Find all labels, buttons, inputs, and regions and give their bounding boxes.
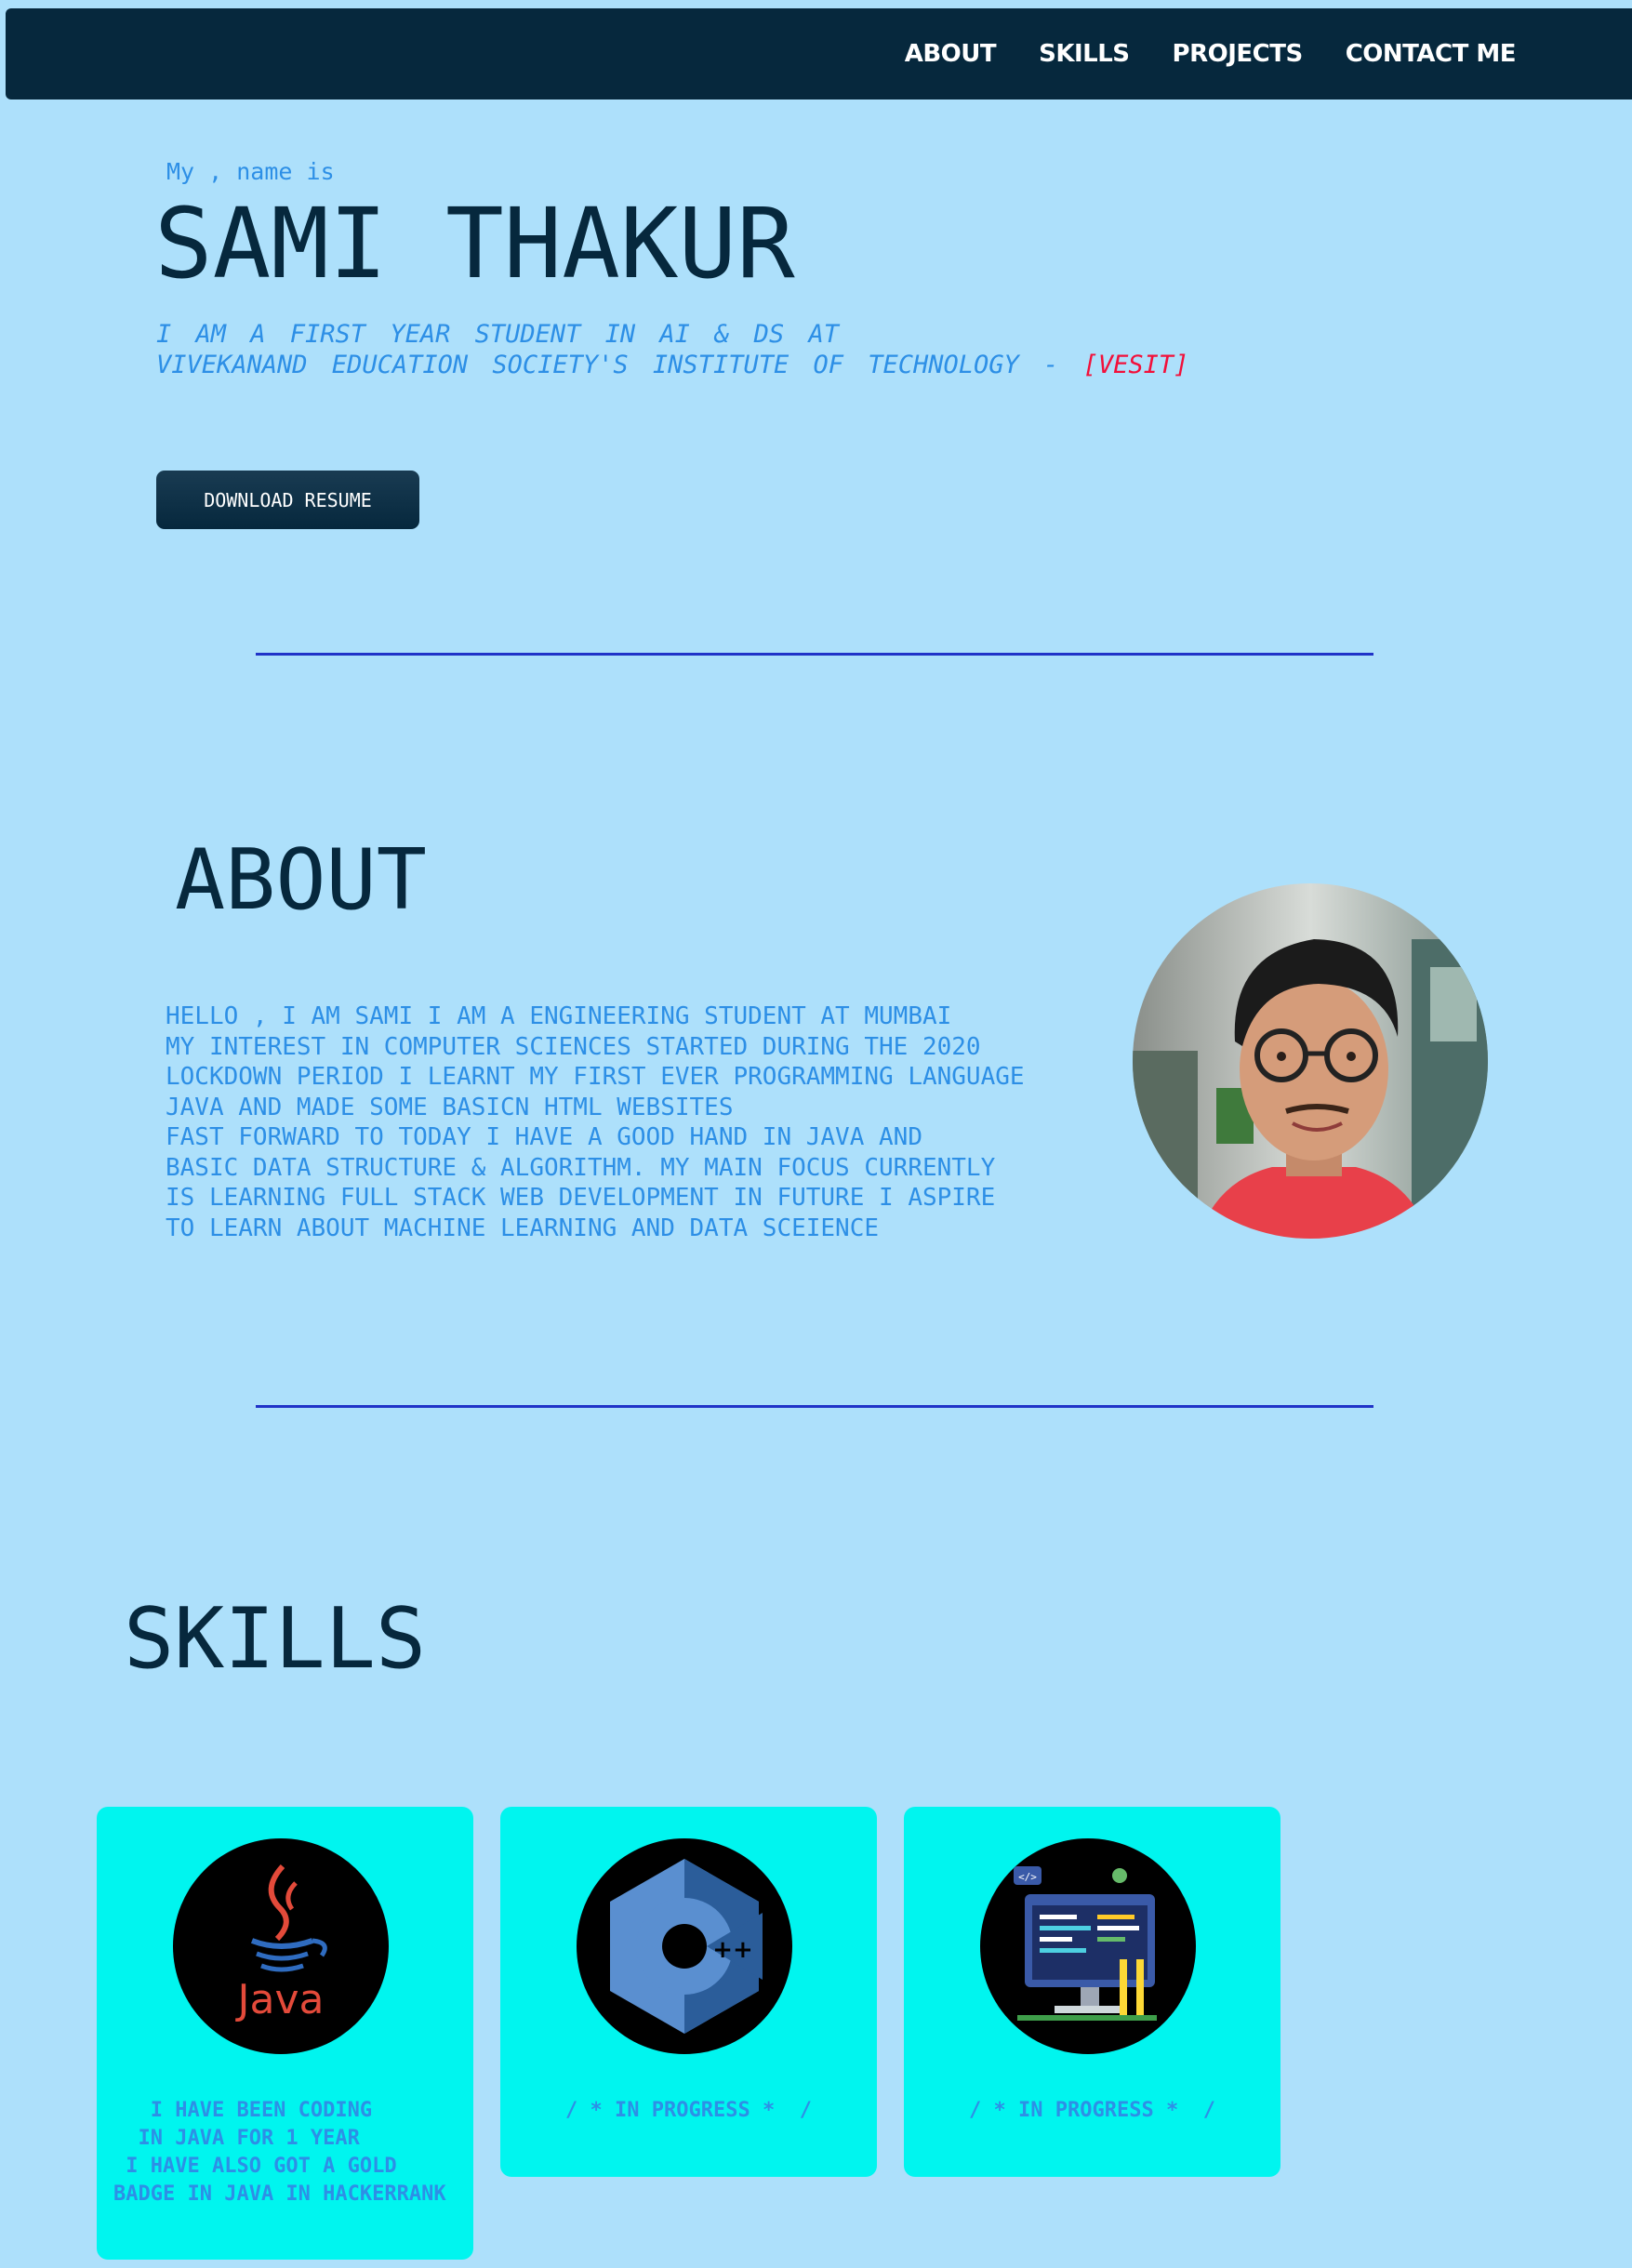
hero-description-line-1: I AM A FIRST YEAR STUDENT IN AI & DS AT [156, 320, 839, 349]
institute-abbreviation: [VESIT] [1082, 351, 1189, 379]
skill-card-java: Java I HAVE BEEN CODING IN JAVA FOR 1 YE… [97, 1807, 473, 2260]
hero-description-line-2-text: VIVEKANAND EDUCATION SOCIETY'S INSTITUTE… [156, 351, 1083, 379]
nav-about-link[interactable]: ABOUT [905, 40, 997, 68]
nav-links: ABOUT SKILLS PROJECTS CONTACT ME [905, 8, 1517, 99]
hero-intro: My , name is [166, 158, 335, 185]
about-line: BASIC DATA STRUCTURE & ALGORITHM. MY MAI… [166, 1153, 996, 1182]
download-resume-button[interactable]: DOWNLOAD RESUME [156, 471, 419, 529]
hero-name: SAMI THAKUR [154, 187, 795, 300]
about-heading: ABOUT [175, 831, 427, 929]
hero-description: I AM A FIRST YEAR STUDENT IN AI & DS AT … [156, 319, 1188, 380]
cpp-icon: ++ [610, 1859, 763, 2034]
webdev-logo-text: </> [1018, 1871, 1037, 1883]
about-line: JAVA AND MADE SOME BASICN HTML WEBSITES [166, 1093, 734, 1121]
about-line: TO LEARN ABOUT MACHINE LEARNING AND DATA… [166, 1214, 880, 1242]
section-divider [256, 1405, 1373, 1408]
navbar: ABOUT SKILLS PROJECTS CONTACT ME [6, 8, 1632, 99]
profile-photo [1133, 883, 1488, 1239]
skills-heading: SKILLS [124, 1590, 427, 1688]
web-development-icon: </> [1014, 1866, 1157, 2021]
about-line: FAST FORWARD TO TODAY I HAVE A GOOD HAND… [166, 1123, 922, 1151]
about-text: HELLO , I AM SAMI I AM A ENGINEERING STU… [166, 1001, 1025, 1243]
webdev-logo: </> [980, 1838, 1196, 2054]
java-logo: Java [173, 1838, 389, 2054]
nav-projects-link[interactable]: PROJECTS [1173, 40, 1304, 68]
hero-description-line-2: VIVEKANAND EDUCATION SOCIETY'S INSTITUTE… [156, 350, 1188, 380]
java-logo-text: Java [235, 1976, 325, 2023]
skill-description: / * IN PROGRESS * / [969, 2099, 1215, 2122]
profile-photo-illustration [1133, 883, 1488, 1239]
skill-description: / * IN PROGRESS * / [565, 2099, 812, 2122]
section-divider [256, 653, 1373, 656]
cpp-logo: ++ [577, 1838, 792, 2054]
java-icon: Java [235, 1863, 327, 2023]
about-line: IS LEARNING FULL STACK WEB DEVELOPMENT I… [166, 1184, 996, 1212]
cpp-logo-text: ++ [712, 1936, 753, 1964]
about-line: HELLO , I AM SAMI I AM A ENGINEERING STU… [166, 1002, 952, 1030]
skill-card-webdev: </> / * IN PROGRESS * / [904, 1807, 1280, 2177]
nav-skills-link[interactable]: SKILLS [1039, 40, 1130, 68]
nav-contact-link[interactable]: CONTACT ME [1346, 40, 1517, 68]
skill-card-cpp: ++ / * IN PROGRESS * / [500, 1807, 877, 2177]
about-line: MY INTEREST IN COMPUTER SCIENCES STARTED… [166, 1032, 981, 1061]
skill-description: I HAVE BEEN CODING IN JAVA FOR 1 YEAR I … [113, 2099, 446, 2206]
about-line: LOCKDOWN PERIOD I LEARNT MY FIRST EVER P… [166, 1063, 1025, 1091]
